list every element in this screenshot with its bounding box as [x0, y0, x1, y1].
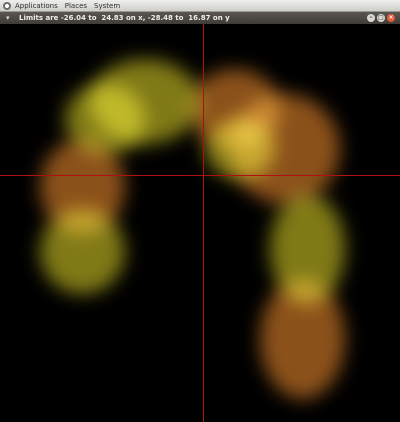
menu-system[interactable]: System [94, 2, 120, 10]
scatter-cloud [205, 119, 275, 179]
window-titlebar[interactable]: ▾ Limits are -26.04 to 24.83 on x, -28.4… [0, 12, 400, 24]
scatter-cloud [40, 209, 125, 294]
maximize-icon[interactable]: □ [377, 14, 385, 22]
plot-canvas[interactable] [0, 24, 400, 422]
top-panel: Applications Places System [0, 0, 400, 12]
crosshair-horizontal [0, 175, 400, 176]
menu-applications[interactable]: Applications [15, 2, 58, 10]
ubuntu-logo-icon[interactable] [3, 1, 11, 10]
scatter-cloud [260, 279, 345, 399]
menu-places[interactable]: Places [65, 2, 87, 10]
minimize-icon[interactable]: – [367, 14, 375, 22]
crosshair-vertical [203, 24, 204, 422]
window-menu-icon[interactable]: ▾ [6, 14, 13, 22]
close-icon[interactable]: × [387, 14, 395, 22]
window-title: Limits are -26.04 to 24.83 on x, -28.48 … [19, 14, 230, 22]
